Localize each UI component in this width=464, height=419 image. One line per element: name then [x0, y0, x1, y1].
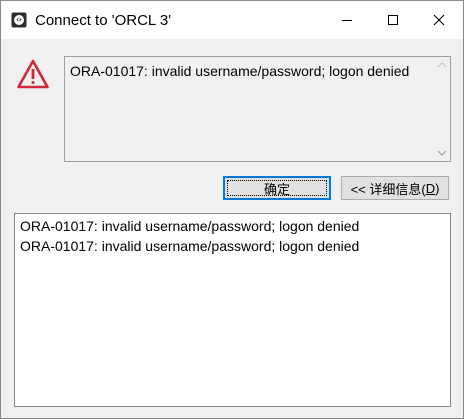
close-icon — [433, 14, 445, 26]
app-icon — [11, 12, 27, 28]
details-line: ORA-01017: invalid username/password; lo… — [20, 238, 360, 254]
details-text-area[interactable]: ORA-01017: invalid username/password; lo… — [14, 213, 451, 407]
details-toggle-button[interactable]: << 详细信息(D) — [341, 176, 449, 200]
chevron-up-icon[interactable] — [437, 61, 447, 69]
details-button-label: << 详细信息( — [350, 181, 426, 197]
connect-dialog: Connect to 'ORCL 3' ORA-01017: invalid u… — [0, 0, 464, 419]
window-title: Connect to 'ORCL 3' — [35, 12, 172, 29]
details-button-mnemonic: D — [425, 180, 436, 196]
title-bar[interactable]: Connect to 'ORCL 3' — [1, 1, 463, 39]
error-message-box[interactable]: ORA-01017: invalid username/password; lo… — [64, 56, 451, 162]
maximize-icon — [388, 15, 398, 25]
minimize-button[interactable] — [324, 1, 370, 39]
minimize-icon — [342, 20, 352, 21]
details-button-suffix: ) — [435, 180, 440, 196]
chevron-down-icon[interactable] — [437, 149, 447, 157]
focus-rectangle — [227, 180, 327, 196]
close-button[interactable] — [416, 1, 462, 39]
warning-icon — [17, 59, 49, 89]
details-line: ORA-01017: invalid username/password; lo… — [20, 218, 360, 234]
ok-button[interactable]: 确定 — [223, 176, 331, 200]
error-message-text: ORA-01017: invalid username/password; lo… — [70, 63, 410, 79]
maximize-button[interactable] — [370, 1, 416, 39]
